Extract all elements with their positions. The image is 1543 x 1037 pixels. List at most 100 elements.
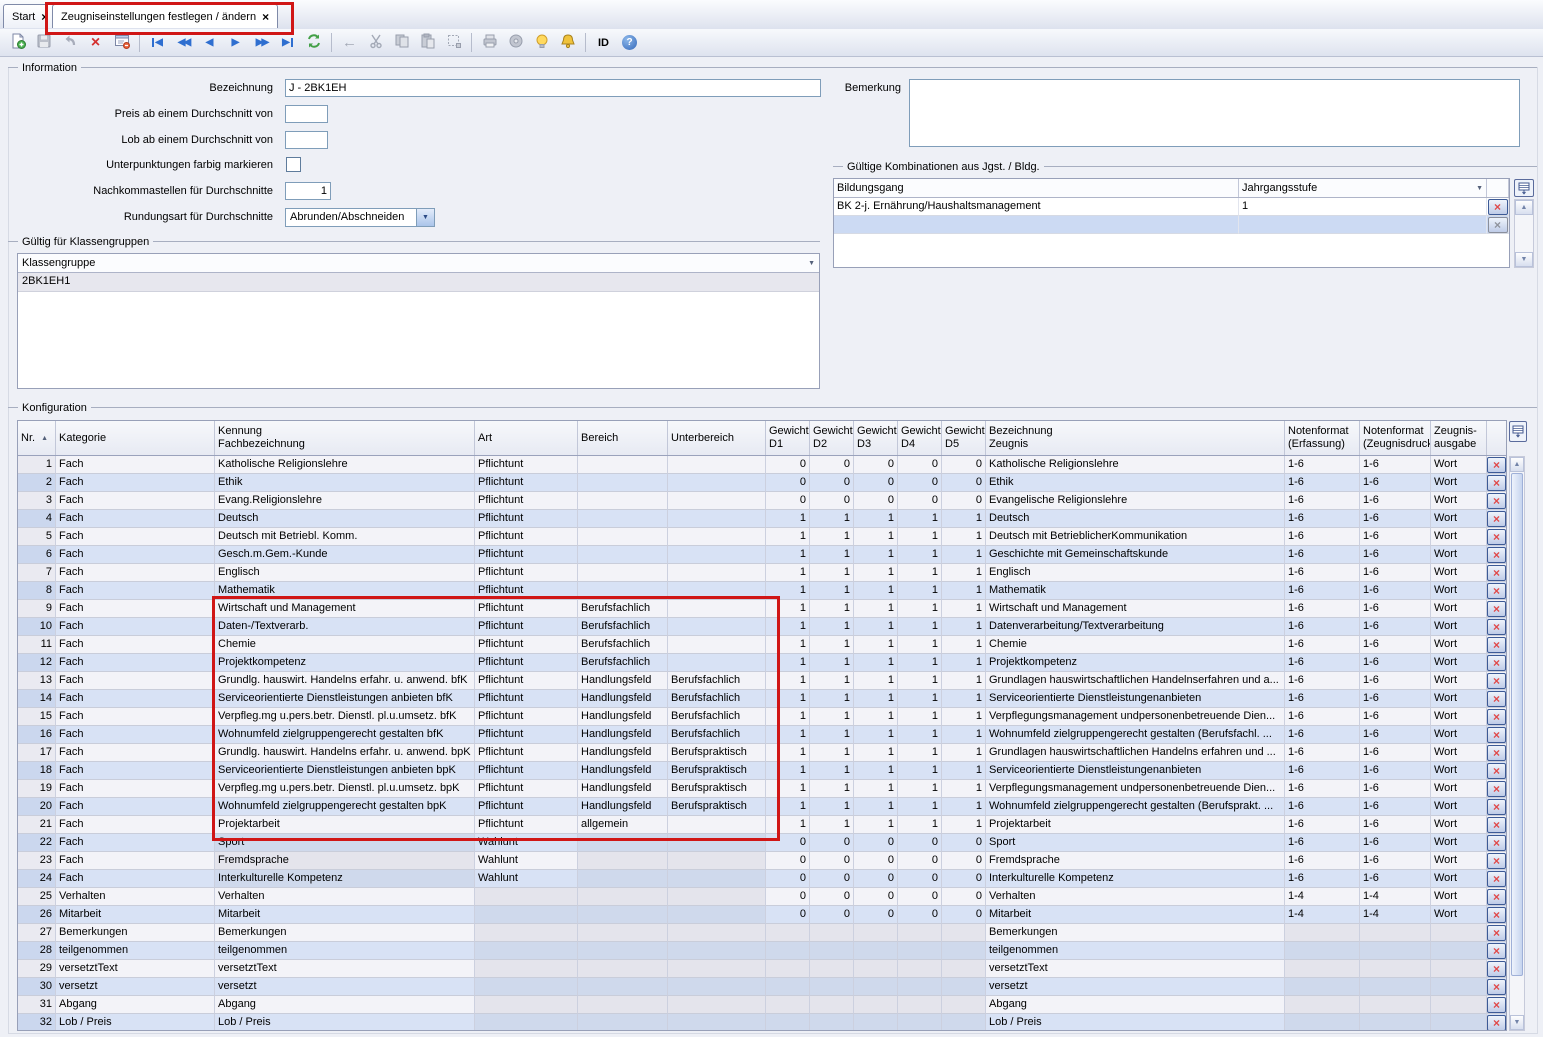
delete-row-button[interactable]: ×: [1487, 583, 1506, 599]
cell-d2[interactable]: 0: [810, 906, 854, 924]
cell-d5[interactable]: 1: [942, 690, 986, 708]
cell-kategorie[interactable]: Fach: [56, 636, 215, 654]
cell-d5[interactable]: 1: [942, 600, 986, 618]
cell-kategorie[interactable]: versetztText: [56, 960, 215, 978]
cell-d3[interactable]: 1: [854, 708, 898, 726]
bezeichnung-input[interactable]: [285, 79, 821, 97]
cell-nr[interactable]: 2: [18, 474, 56, 492]
cell-nf_druck[interactable]: 1-6: [1360, 744, 1431, 762]
column-header-d2[interactable]: GewichtD2: [810, 421, 854, 455]
cell-unterbereich[interactable]: [668, 654, 766, 672]
cell-d3[interactable]: 1: [854, 654, 898, 672]
cell-nf_erfassung[interactable]: 1-6: [1285, 870, 1360, 888]
cell-nf_druck[interactable]: 1-6: [1360, 690, 1431, 708]
cell-ausgabe[interactable]: Wort: [1431, 888, 1487, 906]
filter-down-icon[interactable]: ▼: [808, 260, 815, 267]
cell-kennung[interactable]: Verhalten: [215, 888, 475, 906]
cell-art[interactable]: Pflichtunt: [475, 564, 578, 582]
cell-nr[interactable]: 22: [18, 834, 56, 852]
cell-d5[interactable]: 1: [942, 564, 986, 582]
cell-bezeichnung[interactable]: Projektkompetenz: [986, 654, 1285, 672]
cell-bereich[interactable]: Handlungsfeld: [578, 798, 668, 816]
cell-ausgabe[interactable]: Wort: [1431, 852, 1487, 870]
cell-ausgabe[interactable]: Wort: [1431, 474, 1487, 492]
cell-nf_druck[interactable]: 1-6: [1360, 510, 1431, 528]
cell-ausgabe[interactable]: Wort: [1431, 600, 1487, 618]
cell-d4[interactable]: 0: [898, 474, 942, 492]
cell-jahrgangsstufe[interactable]: [1239, 216, 1487, 234]
cell-d1[interactable]: 1: [766, 546, 810, 564]
column-header-nr[interactable]: Nr.▲: [18, 421, 56, 455]
cell-bezeichnung[interactable]: Englisch: [986, 564, 1285, 582]
cell-nr[interactable]: 25: [18, 888, 56, 906]
scrollbar-up-icon[interactable]: ▲: [1510, 457, 1524, 472]
cell-nf_druck[interactable]: 1-6: [1360, 654, 1431, 672]
cell-d1[interactable]: 0: [766, 852, 810, 870]
tab-start[interactable]: Start ×: [3, 4, 57, 28]
cell-d3[interactable]: 0: [854, 906, 898, 924]
kombinationen-scrollbar[interactable]: ▲ ▼: [1514, 199, 1534, 268]
cell-kategorie[interactable]: Fach: [56, 708, 215, 726]
cell-d5[interactable]: 0: [942, 852, 986, 870]
cell-d1[interactable]: 1: [766, 816, 810, 834]
cell-nr[interactable]: 14: [18, 690, 56, 708]
scrollbar-down-icon[interactable]: ▼: [1515, 252, 1533, 267]
cell-art[interactable]: Pflichtunt: [475, 582, 578, 600]
cell-ausgabe[interactable]: Wort: [1431, 654, 1487, 672]
cell-d2[interactable]: 1: [810, 672, 854, 690]
cell-d1[interactable]: 1: [766, 744, 810, 762]
cell-d2[interactable]: 0: [810, 852, 854, 870]
scrollbar-up-icon[interactable]: ▲: [1515, 200, 1533, 215]
cell-d3[interactable]: 1: [854, 780, 898, 798]
cell-d4[interactable]: 1: [898, 744, 942, 762]
cell-d1[interactable]: 1: [766, 600, 810, 618]
cell-nr[interactable]: 6: [18, 546, 56, 564]
cell-d5[interactable]: 1: [942, 726, 986, 744]
cell-nr[interactable]: 8: [18, 582, 56, 600]
cell-d3[interactable]: 1: [854, 528, 898, 546]
cell-nr[interactable]: 18: [18, 762, 56, 780]
cell-nf_druck[interactable]: 1-6: [1360, 870, 1431, 888]
cell-nr[interactable]: 26: [18, 906, 56, 924]
cell-nr[interactable]: 1: [18, 456, 56, 474]
cell-bereich[interactable]: [578, 582, 668, 600]
cell-d4[interactable]: 0: [898, 870, 942, 888]
cell-d1[interactable]: 0: [766, 870, 810, 888]
cell-d5[interactable]: 1: [942, 582, 986, 600]
cell-d2[interactable]: 1: [810, 654, 854, 672]
cell-art[interactable]: Pflichtunt: [475, 798, 578, 816]
cell-d5[interactable]: 1: [942, 816, 986, 834]
cell-bezeichnung[interactable]: teilgenommen: [986, 942, 1285, 960]
cell-d5[interactable]: 1: [942, 618, 986, 636]
cell-bereich[interactable]: Berufsfachlich: [578, 618, 668, 636]
cell-nr[interactable]: 31: [18, 996, 56, 1014]
cell-bereich[interactable]: [578, 546, 668, 564]
cell-kategorie[interactable]: Lob / Preis: [56, 1014, 215, 1031]
cell-art[interactable]: Pflichtunt: [475, 654, 578, 672]
cell-kategorie[interactable]: Fach: [56, 726, 215, 744]
tab-zeugniseinstellungen[interactable]: Zeugniseinstellungen festlegen / ändern …: [52, 4, 278, 28]
cell-unterbereich[interactable]: Berufsfachlich: [668, 690, 766, 708]
cell-d5[interactable]: 1: [942, 798, 986, 816]
hint-bulb-button[interactable]: [529, 32, 554, 54]
cell-d4[interactable]: 1: [898, 708, 942, 726]
cell-art[interactable]: Pflichtunt: [475, 456, 578, 474]
cell-bereich[interactable]: Berufsfachlich: [578, 654, 668, 672]
cell-bereich[interactable]: [578, 492, 668, 510]
cell-bildungsgang[interactable]: BK 2-j. Ernährung/Haushaltsmanagement: [834, 198, 1239, 216]
cell-bezeichnung[interactable]: Verpflegungsmanagement undpersonenbetreu…: [986, 780, 1285, 798]
cell-nr[interactable]: 13: [18, 672, 56, 690]
cell-kennung[interactable]: Serviceorientierte Dienstleistungen anbi…: [215, 690, 475, 708]
cell-kategorie[interactable]: Bemerkungen: [56, 924, 215, 942]
cell-d2[interactable]: 1: [810, 708, 854, 726]
cell-kategorie[interactable]: Fach: [56, 816, 215, 834]
cell-nf_druck[interactable]: 1-6: [1360, 474, 1431, 492]
cell-d1[interactable]: 1: [766, 636, 810, 654]
cell-bereich[interactable]: allgemein: [578, 816, 668, 834]
cell-art[interactable]: Pflichtunt: [475, 708, 578, 726]
cell-nf_druck[interactable]: 1-6: [1360, 546, 1431, 564]
cell-kennung[interactable]: Wohnumfeld zielgruppengerecht gestalten …: [215, 726, 475, 744]
cell-nf_erfassung[interactable]: 1-6: [1285, 798, 1360, 816]
cell-d2[interactable]: 1: [810, 618, 854, 636]
cell-d4[interactable]: 1: [898, 780, 942, 798]
